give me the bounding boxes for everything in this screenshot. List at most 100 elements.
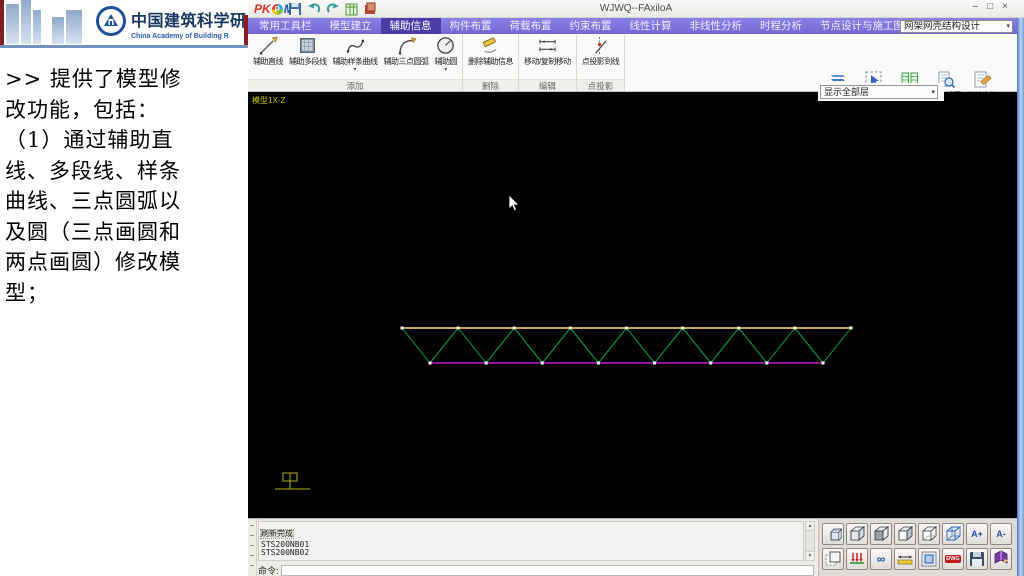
font-increase-button[interactable]: A+: [966, 523, 988, 545]
point-projection-button[interactable]: 点投影到线: [579, 35, 623, 67]
aux-line-button[interactable]: 辅助直线: [250, 35, 286, 67]
loads-icon: [850, 553, 864, 564]
selection-box-icon: [825, 551, 841, 566]
view-top-button[interactable]: [846, 523, 868, 545]
presentation-sidebar: 中国建筑科学研 China Academy of Building R >> 提…: [0, 0, 248, 576]
slide-header: 中国建筑科学研 China Academy of Building R: [0, 0, 248, 45]
cube-side-icon: [897, 526, 914, 541]
group-edit: 移动/复制移动 编辑: [519, 34, 577, 91]
help-book-button[interactable]: [990, 548, 1012, 570]
viewport-icon: [921, 551, 937, 567]
infinity-button[interactable]: ∞: [870, 548, 892, 570]
snapshot-button[interactable]: [364, 2, 378, 16]
undo-button[interactable]: [307, 2, 321, 16]
group-label-projection: 点投影: [576, 79, 625, 91]
tab-joint-design[interactable]: 节点设计与施工图: [811, 18, 913, 34]
minimize-button[interactable]: –: [973, 1, 979, 12]
tab-nonlinear-analysis[interactable]: 非线性分析: [681, 18, 752, 34]
cabr-logo-icon: [96, 6, 126, 36]
command-input[interactable]: [280, 564, 814, 576]
slide-text-line: 两点画圆）修改模: [5, 250, 181, 274]
view-perspective-button[interactable]: [942, 523, 964, 545]
button-label: 辅助样条曲线: [332, 57, 379, 66]
close-button[interactable]: ×: [1002, 1, 1008, 12]
slide-text-line: 及圆（三点画圆和: [5, 219, 181, 244]
view-front-button[interactable]: [870, 523, 892, 545]
maximize-button[interactable]: □: [987, 1, 993, 12]
tab-model-build[interactable]: 模型建立: [321, 18, 381, 34]
scroll-up-icon[interactable]: ▲: [806, 522, 814, 531]
button-label: 辅助圆: [434, 57, 458, 66]
chevron-down-icon: ▾: [931, 89, 935, 96]
command-row: 命令:: [258, 564, 814, 576]
log-scrollbar[interactable]: ▲ ▼: [805, 521, 815, 561]
tab-auxiliary-info[interactable]: 辅助信息: [380, 18, 441, 34]
tab-linear-analysis[interactable]: 线性计算: [621, 18, 681, 34]
redo-button[interactable]: [326, 2, 340, 16]
chevron-down-icon: ▾: [1006, 23, 1010, 30]
dwg-icon: DWG: [945, 555, 961, 563]
aux-polyline-button[interactable]: 辅助多段线: [286, 35, 330, 67]
show-loads-button[interactable]: [846, 548, 868, 570]
aux-circle-button[interactable]: 辅助圆 ▾: [432, 35, 461, 74]
viewport-button[interactable]: [918, 548, 940, 570]
dwg-export-button[interactable]: DWG: [942, 548, 964, 570]
measure-button[interactable]: [894, 548, 916, 570]
header-accent-strip: [0, 0, 4, 45]
log-line: STS200NB01: [261, 540, 310, 549]
slide-text-line: >> 提供了模型修: [5, 67, 182, 91]
font-decrease-button[interactable]: A-: [990, 523, 1012, 545]
tab-constraint-layout[interactable]: 约束布置: [561, 18, 621, 34]
axon-small-button[interactable]: [822, 523, 844, 545]
buildings-graphic: [6, 4, 19, 44]
button-label: 删除辅助信息: [468, 57, 514, 66]
select-region-button[interactable]: [822, 548, 844, 570]
point-projection-icon: [595, 36, 607, 55]
button-label: 辅助直线: [253, 57, 284, 66]
aux-line-icon: [259, 36, 277, 55]
aux-spline-button[interactable]: 辅助样条曲线 ▾: [330, 35, 381, 74]
message-log[interactable]: 刷新完成 STS200NB01 STS200NB02: [258, 521, 804, 561]
group-label-edit: 编辑: [519, 79, 576, 91]
save-view-button[interactable]: [966, 548, 988, 570]
window-scrollbar[interactable]: [1017, 18, 1024, 576]
tab-load-layout[interactable]: 荷载布置: [501, 18, 561, 34]
chevron-down-icon[interactable]: ▾: [444, 67, 447, 74]
chevron-down-icon[interactable]: ▾: [353, 67, 356, 74]
buildings-graphic: [52, 17, 64, 44]
brand-block: 中国建筑科学研 China Academy of Building R: [131, 7, 248, 40]
buildings-graphic: [33, 10, 41, 44]
quick-access-toolbar: [288, 2, 378, 16]
move-copy-button[interactable]: 移动/复制移动: [521, 35, 574, 67]
view-iso-button[interactable]: [918, 523, 940, 545]
group-projection: 点投影到线 点投影: [576, 34, 626, 91]
mouse-cursor: [508, 194, 520, 212]
eraser-icon: [482, 37, 497, 53]
aux-arc-button[interactable]: 辅助三点圆弧: [381, 35, 432, 67]
layer-select[interactable]: 显示全部层 ▾: [820, 85, 938, 99]
floppy-icon: [970, 552, 984, 566]
tab-common-tools[interactable]: 常用工具栏: [250, 18, 321, 34]
group-label-add: 添加: [248, 79, 462, 91]
design-module-value: 网架网壳结构设计: [904, 21, 981, 32]
small-cube-icon: [830, 528, 842, 541]
model-check-button[interactable]: [345, 2, 359, 16]
button-label: 移动/复制移动: [524, 57, 571, 66]
delete-aux-info-button[interactable]: 删除辅助信息: [465, 35, 516, 67]
tab-member-layout[interactable]: 构件布置: [441, 18, 501, 34]
titlebar: P K P M WJWQ--FAxiloA – □ ×: [248, 0, 1024, 18]
aux-circle-icon: [437, 37, 455, 54]
save-button[interactable]: [288, 2, 302, 16]
scroll-down-icon[interactable]: ▼: [806, 551, 814, 560]
layer-select-value: 显示全部层: [824, 87, 870, 97]
slide-text-line: 型；: [5, 280, 49, 305]
design-module-select[interactable]: 网架网壳结构设计 ▾: [900, 20, 1013, 33]
model-canvas[interactable]: 模型1X-Z: [248, 92, 1017, 518]
tab-time-history[interactable]: 时程分析: [751, 18, 811, 34]
buildings-graphic: [66, 10, 82, 44]
command-prompt-label: 命令:: [258, 565, 279, 576]
cube-transparent-icon: [945, 526, 962, 541]
logo-pinwheel-icon: P: [271, 3, 283, 15]
book-icon: [994, 550, 1008, 564]
view-side-button[interactable]: [894, 523, 916, 545]
